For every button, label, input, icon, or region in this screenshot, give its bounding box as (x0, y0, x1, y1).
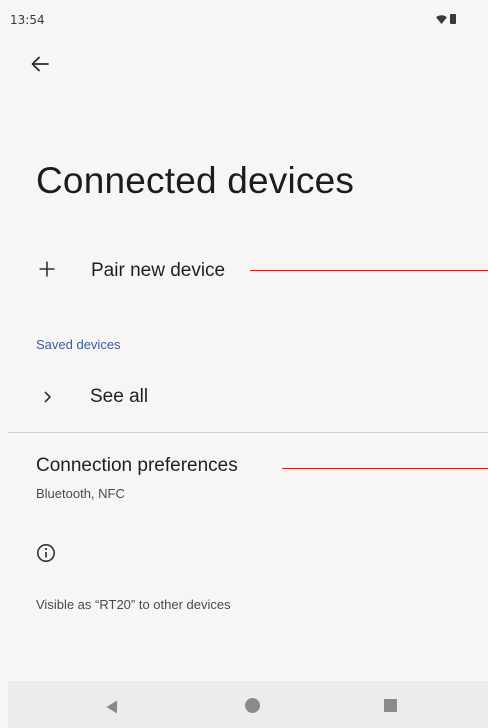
nav-home-icon[interactable] (245, 698, 260, 713)
arrow-back-icon (31, 56, 49, 72)
pair-new-device-item[interactable]: Pair new device (0, 248, 488, 296)
chevron-right-icon (44, 391, 51, 403)
divider (8, 432, 488, 433)
page-title: Connected devices (36, 160, 355, 201)
annotation-line (250, 270, 488, 271)
see-all-label: See all (90, 386, 149, 407)
status-time: 13:54 (10, 13, 45, 27)
visibility-info-text: Visible as “RT20” to other devices (36, 597, 231, 612)
saved-devices-header: Saved devices (36, 337, 121, 352)
info-icon (37, 544, 55, 562)
status-bar: 13:54 (0, 0, 488, 36)
battery-icon (450, 14, 456, 24)
nav-back-icon[interactable] (106, 700, 118, 714)
connection-preferences-title: Connection preferences (36, 455, 238, 476)
back-button[interactable] (26, 50, 54, 78)
annotation-line (282, 468, 488, 469)
connection-preferences-subtitle: Bluetooth, NFC (36, 486, 125, 501)
connected-devices-screen: 13:54 Connected devices Pair new device … (0, 0, 488, 728)
plus-icon (39, 261, 55, 277)
status-icons (436, 14, 456, 24)
see-all-item[interactable]: See all (0, 378, 488, 418)
nav-recents-icon[interactable] (384, 699, 397, 712)
wifi-icon (436, 14, 447, 24)
pair-new-device-label: Pair new device (91, 260, 226, 281)
navigation-bar (8, 681, 488, 728)
connection-preferences-item[interactable]: Connection preferences Bluetooth, NFC (0, 448, 488, 508)
